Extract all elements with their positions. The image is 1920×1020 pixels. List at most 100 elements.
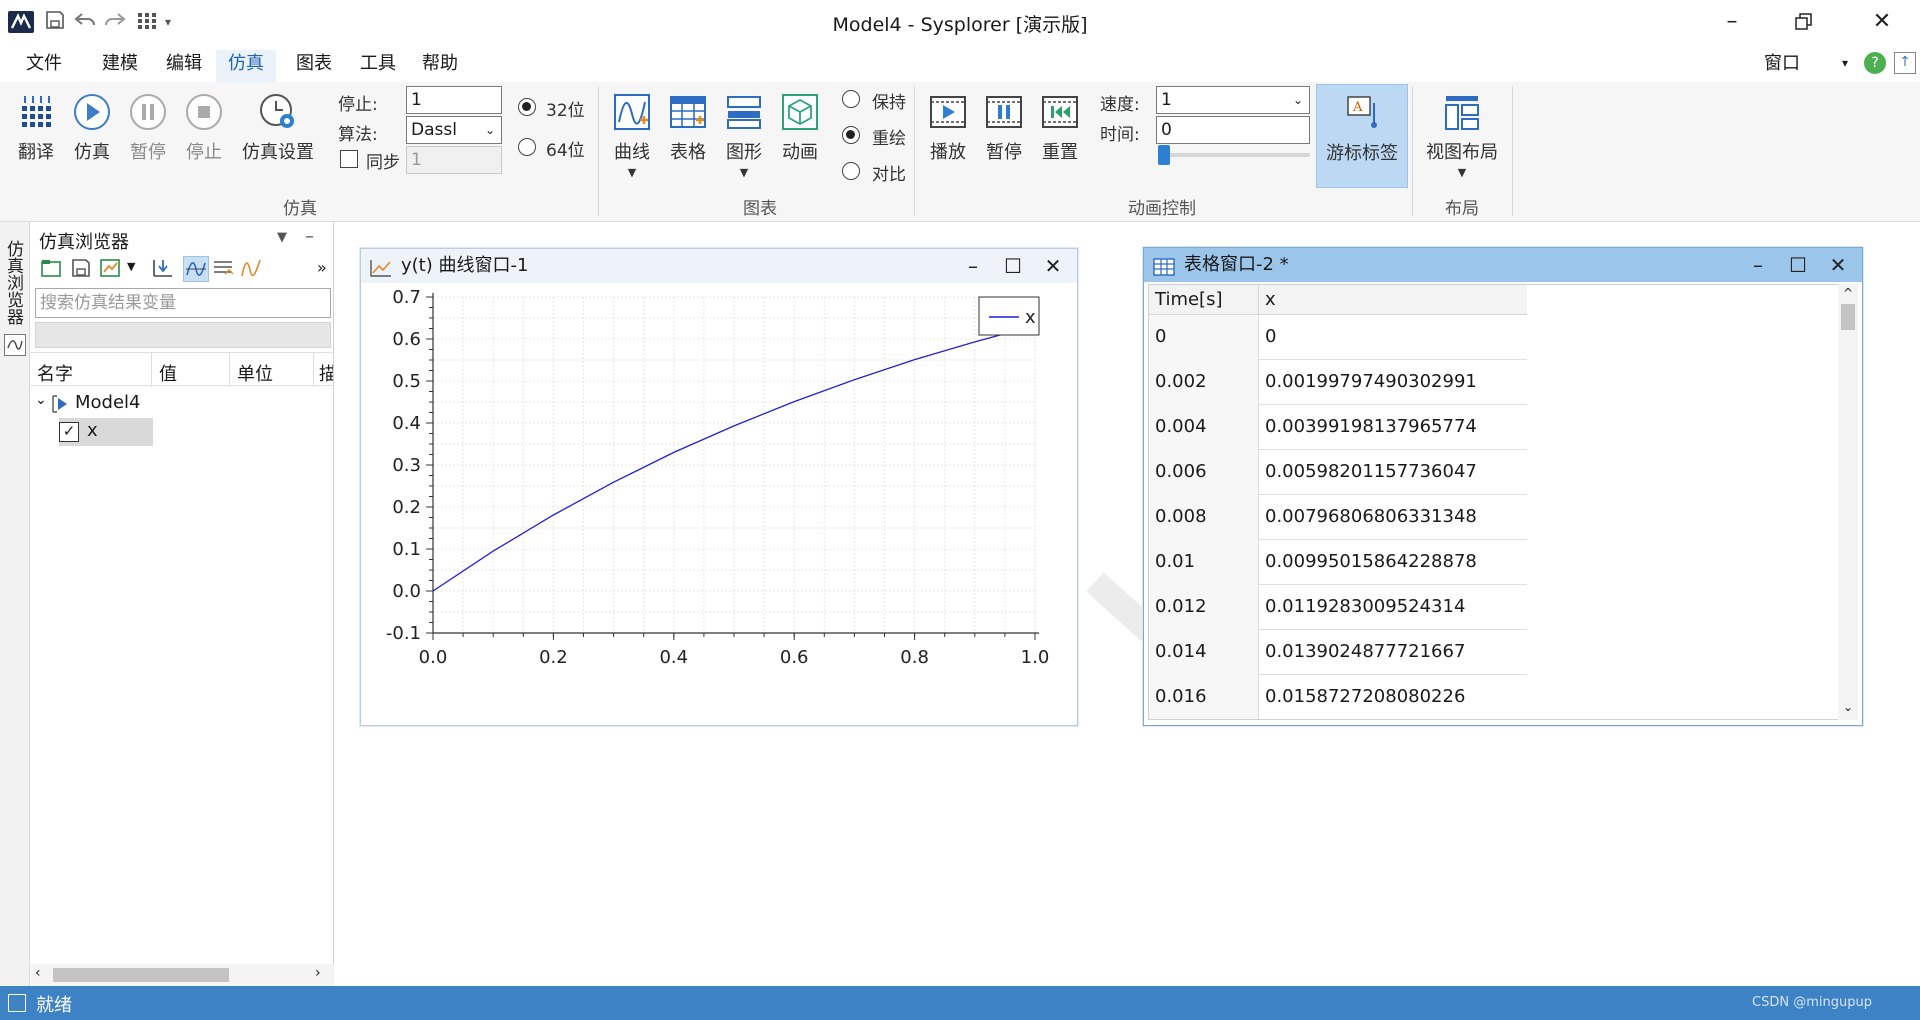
curve-window-close-button[interactable]: ✕ xyxy=(1033,249,1073,283)
curve-window-maximize-button[interactable]: ☐ xyxy=(993,249,1033,283)
time-slider-handle[interactable] xyxy=(1158,145,1170,165)
column-unit[interactable]: 单位 xyxy=(237,360,273,386)
panel-minimize-icon[interactable]: – xyxy=(305,226,314,247)
table-cell-time[interactable]: 0.012 xyxy=(1149,585,1259,630)
graphic-button[interactable]: 图形 ▼ xyxy=(720,92,768,179)
scroll-right-icon[interactable]: › xyxy=(315,965,321,981)
layout-dropdown-icon[interactable]: ▼ xyxy=(1418,166,1506,179)
table-window-minimize-button[interactable]: – xyxy=(1738,248,1778,282)
table-cell-time[interactable]: 0.004 xyxy=(1149,405,1259,450)
filter-bar[interactable] xyxy=(35,322,331,348)
expand-chevron-icon[interactable]: ⌄ xyxy=(35,392,47,408)
menu-chart[interactable]: 图表 xyxy=(284,50,344,82)
translate-button[interactable]: 翻译 xyxy=(10,92,62,164)
graphic-dropdown-icon[interactable]: ▼ xyxy=(720,166,768,179)
column-divider[interactable] xyxy=(151,353,152,387)
table-row[interactable]: 0.012 0.0119283009524314 xyxy=(1149,585,1527,630)
radio-hold[interactable] xyxy=(842,90,860,108)
curve-dropdown-icon[interactable]: ▼ xyxy=(608,166,656,179)
tree-node-x[interactable]: ✓ x xyxy=(59,418,153,446)
menu-simulation[interactable]: 仿真 xyxy=(216,50,276,82)
radio-64bit[interactable] xyxy=(518,138,536,156)
table-row[interactable]: 0.016 0.0158727208080226 xyxy=(1149,675,1527,719)
scroll-thumb[interactable] xyxy=(1841,304,1855,330)
column-name[interactable]: 名字 xyxy=(37,360,73,386)
tree-node-model4[interactable]: ⌄ Model4 xyxy=(31,390,334,418)
restore-button[interactable] xyxy=(1782,4,1826,40)
plot-variable-icon[interactable] xyxy=(151,256,177,282)
animation-button[interactable]: 动画 xyxy=(776,92,824,164)
table-header-x[interactable]: x xyxy=(1259,285,1527,315)
minimize-button[interactable]: – xyxy=(1710,4,1754,40)
table-cell-time[interactable]: 0.008 xyxy=(1149,495,1259,540)
save-result-icon[interactable] xyxy=(69,256,95,282)
table-row[interactable]: 00 xyxy=(1149,315,1527,360)
list-mode-icon[interactable] xyxy=(211,256,237,282)
table-cell-x[interactable]: 0.00399198137965774 xyxy=(1259,405,1527,450)
table-cell-x[interactable]: 0.00995015864228878 xyxy=(1259,540,1527,585)
window-menu[interactable]: 窗口 xyxy=(1752,50,1812,82)
table-cell-time[interactable]: 0.01 xyxy=(1149,540,1259,585)
reset-button[interactable]: 重置 xyxy=(1036,92,1084,164)
chart-legend[interactable]: x xyxy=(978,296,1040,336)
time-slider-track[interactable] xyxy=(1160,153,1310,157)
curve-mode-icon[interactable] xyxy=(183,256,209,282)
table-row[interactable]: 0.004 0.00399198137965774 xyxy=(1149,405,1527,450)
horizontal-scrollbar[interactable]: ‹ › xyxy=(31,964,334,986)
play-button[interactable]: 播放 xyxy=(924,92,972,164)
menu-file[interactable]: 文件 xyxy=(14,50,74,82)
table-header-time[interactable]: Time[s] xyxy=(1149,285,1259,315)
table-cell-x[interactable]: 0.0139024877721667 xyxy=(1259,630,1527,675)
anim-pause-button[interactable]: 暂停 xyxy=(980,92,1028,164)
menu-help[interactable]: 帮助 xyxy=(410,50,470,82)
table-cell-x[interactable]: 0.00199797490302991 xyxy=(1259,360,1527,405)
speed-select[interactable]: 1 ⌄ xyxy=(1156,86,1310,114)
table-row[interactable]: 0.01 0.00995015864228878 xyxy=(1149,540,1527,585)
stop-button[interactable]: 停止 xyxy=(178,92,230,164)
table-row[interactable]: 0.006 0.00598201157736047 xyxy=(1149,450,1527,495)
table-cell-x[interactable]: 0 xyxy=(1259,315,1527,360)
table-cell-time[interactable]: 0.006 xyxy=(1149,450,1259,495)
table-cell-time[interactable]: 0.014 xyxy=(1149,630,1259,675)
variable-checkbox[interactable]: ✓ xyxy=(59,422,79,442)
panel-menu-dropdown-icon[interactable]: ▼ xyxy=(277,230,287,245)
table-window[interactable]: 表格窗口-2 * – ☐ ✕ Time[s] x 0 0 0.002 0.001997… xyxy=(1143,247,1863,726)
scroll-down-icon[interactable]: ⌄ xyxy=(1843,700,1853,714)
simulate-button[interactable]: 仿真 xyxy=(66,92,118,164)
column-value[interactable]: 值 xyxy=(159,360,177,386)
table-cell-time[interactable]: 0.016 xyxy=(1149,675,1259,719)
table-row[interactable]: 0.014 0.0139024877721667 xyxy=(1149,630,1527,675)
stop-time-input[interactable]: 1 xyxy=(406,86,502,114)
line-chart[interactable]: 0.0 0.2 0.4 0.6 0.8 1.0 -0.1 0.0 0.1 0.2 0.3 0.4 0.5… xyxy=(367,283,1071,719)
window-menu-dropdown-icon[interactable]: ▾ xyxy=(1842,56,1848,70)
radio-compare[interactable] xyxy=(842,162,860,180)
ribbon-collapse-icon[interactable]: ↑ xyxy=(1894,52,1916,74)
table-row[interactable]: 0.008 0.00796806806331348 xyxy=(1149,495,1527,540)
sync-checkbox[interactable] xyxy=(340,150,358,168)
column-divider[interactable] xyxy=(313,353,314,387)
curve-window-minimize-button[interactable]: – xyxy=(953,249,993,283)
table-row[interactable]: 0.002 0.00199797490302991 xyxy=(1149,360,1527,405)
table-cell-time[interactable]: 0 xyxy=(1149,315,1259,360)
scroll-thumb[interactable] xyxy=(53,968,229,982)
table-vertical-scrollbar[interactable]: ^ ⌄ xyxy=(1838,284,1858,720)
table-cell-x[interactable]: 0.0119283009524314 xyxy=(1259,585,1527,630)
table-cell-x[interactable]: 0.00796806806331348 xyxy=(1259,495,1527,540)
menu-modeling[interactable]: 建模 xyxy=(90,50,150,82)
close-button[interactable]: ✕ xyxy=(1860,4,1904,40)
table-window-maximize-button[interactable]: ☐ xyxy=(1778,248,1818,282)
derivative-mode-icon[interactable] xyxy=(239,256,265,282)
column-description[interactable]: 描 xyxy=(319,360,333,386)
pause-button[interactable]: 暂停 xyxy=(122,92,174,164)
time-input[interactable]: 0 xyxy=(1156,116,1310,144)
menu-tools[interactable]: 工具 xyxy=(348,50,408,82)
side-tab-chart-icon[interactable] xyxy=(4,334,26,356)
export-chart-icon[interactable] xyxy=(99,256,125,282)
scroll-up-icon[interactable]: ^ xyxy=(1843,286,1853,300)
menu-edit[interactable]: 编辑 xyxy=(154,50,214,82)
open-result-icon[interactable] xyxy=(39,256,65,282)
sim-settings-button[interactable]: 仿真设置 xyxy=(236,92,320,164)
table-window-close-button[interactable]: ✕ xyxy=(1818,248,1858,282)
help-icon[interactable]: ? xyxy=(1864,52,1886,74)
radio-redraw[interactable] xyxy=(842,126,860,144)
